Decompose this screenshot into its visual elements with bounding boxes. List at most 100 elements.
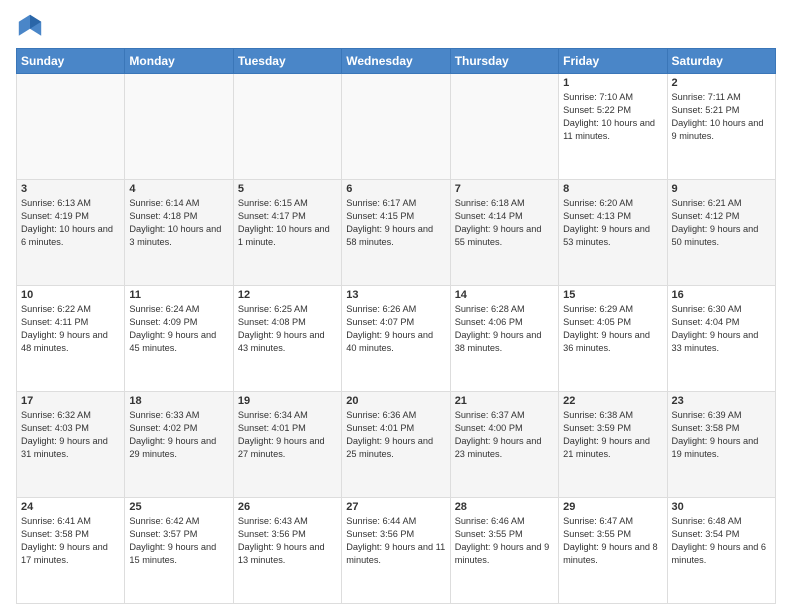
calendar-week-4: 17 Sunrise: 6:32 AM Sunset: 4:03 PM Dayli… xyxy=(17,392,776,498)
calendar-cell xyxy=(17,74,125,180)
calendar-cell: 11 Sunrise: 6:24 AM Sunset: 4:09 PM Dayli… xyxy=(125,286,233,392)
day-info: Sunrise: 6:26 AM Sunset: 4:07 PM Dayligh… xyxy=(346,303,445,355)
calendar-cell: 20 Sunrise: 6:36 AM Sunset: 4:01 PM Dayli… xyxy=(342,392,450,498)
calendar-cell: 8Sunrise: 6:20 AM Sunset: 4:13 PM Daylig… xyxy=(559,180,667,286)
calendar-cell xyxy=(342,74,450,180)
calendar-cell: 25 Sunrise: 6:42 AM Sunset: 3:57 PM Dayli… xyxy=(125,498,233,604)
day-info: Sunrise: 6:13 AM Sunset: 4:19 PM Dayligh… xyxy=(21,197,120,249)
day-number: 29 xyxy=(563,501,662,513)
day-info: Sunrise: 6:37 AM Sunset: 4:00 PM Dayligh… xyxy=(455,409,554,461)
day-info: Sunrise: 6:33 AM Sunset: 4:02 PM Dayligh… xyxy=(129,409,228,461)
calendar-cell: 14 Sunrise: 6:28 AM Sunset: 4:06 PM Dayli… xyxy=(450,286,558,392)
day-header-friday: Friday xyxy=(559,49,667,74)
calendar-cell: 15 Sunrise: 6:29 AM Sunset: 4:05 PM Dayli… xyxy=(559,286,667,392)
day-info: Sunrise: 6:39 AM Sunset: 3:58 PM Dayligh… xyxy=(672,409,771,461)
day-header-wednesday: Wednesday xyxy=(342,49,450,74)
calendar-cell xyxy=(233,74,341,180)
day-number: 18 xyxy=(129,395,228,407)
day-number: 24 xyxy=(21,501,120,513)
calendar-cell: 4Sunrise: 6:14 AM Sunset: 4:18 PM Daylig… xyxy=(125,180,233,286)
day-info: Sunrise: 6:36 AM Sunset: 4:01 PM Dayligh… xyxy=(346,409,445,461)
day-info: Sunrise: 6:25 AM Sunset: 4:08 PM Dayligh… xyxy=(238,303,337,355)
calendar-week-3: 10Sunrise: 6:22 AM Sunset: 4:11 PM Dayli… xyxy=(17,286,776,392)
day-number: 5 xyxy=(238,183,337,195)
day-info: Sunrise: 6:34 AM Sunset: 4:01 PM Dayligh… xyxy=(238,409,337,461)
day-info: Sunrise: 6:41 AM Sunset: 3:58 PM Dayligh… xyxy=(21,515,120,567)
calendar-cell: 13 Sunrise: 6:26 AM Sunset: 4:07 PM Dayli… xyxy=(342,286,450,392)
day-number: 3 xyxy=(21,183,120,195)
day-info: Sunrise: 6:32 AM Sunset: 4:03 PM Dayligh… xyxy=(21,409,120,461)
day-header-tuesday: Tuesday xyxy=(233,49,341,74)
logo xyxy=(16,12,48,40)
day-number: 11 xyxy=(129,289,228,301)
day-info: Sunrise: 6:43 AM Sunset: 3:56 PM Dayligh… xyxy=(238,515,337,567)
calendar-cell: 12 Sunrise: 6:25 AM Sunset: 4:08 PM Dayli… xyxy=(233,286,341,392)
day-number: 23 xyxy=(672,395,771,407)
calendar-cell: 21 Sunrise: 6:37 AM Sunset: 4:00 PM Dayli… xyxy=(450,392,558,498)
header xyxy=(16,12,776,40)
calendar-cell: 22Sunrise: 6:38 AM Sunset: 3:59 PM Dayli… xyxy=(559,392,667,498)
day-number: 21 xyxy=(455,395,554,407)
day-header-saturday: Saturday xyxy=(667,49,775,74)
day-number: 12 xyxy=(238,289,337,301)
calendar-cell: 16 Sunrise: 6:30 AM Sunset: 4:04 PM Dayli… xyxy=(667,286,775,392)
day-info: Sunrise: 7:10 AM Sunset: 5:22 PM Dayligh… xyxy=(563,91,662,143)
day-number: 25 xyxy=(129,501,228,513)
day-info: Sunrise: 6:24 AM Sunset: 4:09 PM Dayligh… xyxy=(129,303,228,355)
calendar-cell: 9 Sunrise: 6:21 AM Sunset: 4:12 PM Daylig… xyxy=(667,180,775,286)
day-number: 17 xyxy=(21,395,120,407)
calendar-table: SundayMondayTuesdayWednesdayThursdayFrid… xyxy=(16,48,776,604)
day-info: Sunrise: 6:42 AM Sunset: 3:57 PM Dayligh… xyxy=(129,515,228,567)
calendar-cell: 27Sunrise: 6:44 AM Sunset: 3:56 PM Dayli… xyxy=(342,498,450,604)
day-info: Sunrise: 6:15 AM Sunset: 4:17 PM Dayligh… xyxy=(238,197,337,249)
calendar-cell: 1Sunrise: 7:10 AM Sunset: 5:22 PM Daylig… xyxy=(559,74,667,180)
day-info: Sunrise: 6:21 AM Sunset: 4:12 PM Dayligh… xyxy=(672,197,771,249)
calendar-cell: 7 Sunrise: 6:18 AM Sunset: 4:14 PM Daylig… xyxy=(450,180,558,286)
logo-icon xyxy=(16,12,44,40)
calendar-cell: 6 Sunrise: 6:17 AM Sunset: 4:15 PM Daylig… xyxy=(342,180,450,286)
day-number: 6 xyxy=(346,183,445,195)
day-info: Sunrise: 6:22 AM Sunset: 4:11 PM Dayligh… xyxy=(21,303,120,355)
day-number: 9 xyxy=(672,183,771,195)
day-number: 28 xyxy=(455,501,554,513)
calendar-cell xyxy=(125,74,233,180)
calendar-week-1: 1Sunrise: 7:10 AM Sunset: 5:22 PM Daylig… xyxy=(17,74,776,180)
day-number: 22 xyxy=(563,395,662,407)
day-info: Sunrise: 6:29 AM Sunset: 4:05 PM Dayligh… xyxy=(563,303,662,355)
day-number: 14 xyxy=(455,289,554,301)
day-info: Sunrise: 6:48 AM Sunset: 3:54 PM Dayligh… xyxy=(672,515,771,567)
day-info: Sunrise: 6:30 AM Sunset: 4:04 PM Dayligh… xyxy=(672,303,771,355)
day-number: 15 xyxy=(563,289,662,301)
day-info: Sunrise: 6:44 AM Sunset: 3:56 PM Dayligh… xyxy=(346,515,445,567)
day-info: Sunrise: 6:46 AM Sunset: 3:55 PM Dayligh… xyxy=(455,515,554,567)
day-number: 8 xyxy=(563,183,662,195)
page: SundayMondayTuesdayWednesdayThursdayFrid… xyxy=(0,0,792,612)
calendar-week-2: 3 Sunrise: 6:13 AM Sunset: 4:19 PM Daylig… xyxy=(17,180,776,286)
calendar-cell: 19 Sunrise: 6:34 AM Sunset: 4:01 PM Dayli… xyxy=(233,392,341,498)
day-info: Sunrise: 6:17 AM Sunset: 4:15 PM Dayligh… xyxy=(346,197,445,249)
day-header-monday: Monday xyxy=(125,49,233,74)
calendar-cell: 2Sunrise: 7:11 AM Sunset: 5:21 PM Daylig… xyxy=(667,74,775,180)
day-number: 30 xyxy=(672,501,771,513)
calendar-cell: 5 Sunrise: 6:15 AM Sunset: 4:17 PM Daylig… xyxy=(233,180,341,286)
calendar-cell: 3 Sunrise: 6:13 AM Sunset: 4:19 PM Daylig… xyxy=(17,180,125,286)
day-info: Sunrise: 7:11 AM Sunset: 5:21 PM Dayligh… xyxy=(672,91,771,143)
calendar-cell: 24 Sunrise: 6:41 AM Sunset: 3:58 PM Dayli… xyxy=(17,498,125,604)
calendar-cell: 18 Sunrise: 6:33 AM Sunset: 4:02 PM Dayli… xyxy=(125,392,233,498)
day-number: 26 xyxy=(238,501,337,513)
day-number: 19 xyxy=(238,395,337,407)
day-info: Sunrise: 6:47 AM Sunset: 3:55 PM Dayligh… xyxy=(563,515,662,567)
calendar-header-row: SundayMondayTuesdayWednesdayThursdayFrid… xyxy=(17,49,776,74)
calendar-cell xyxy=(450,74,558,180)
day-number: 16 xyxy=(672,289,771,301)
calendar-cell: 29 Sunrise: 6:47 AM Sunset: 3:55 PM Dayli… xyxy=(559,498,667,604)
day-info: Sunrise: 6:18 AM Sunset: 4:14 PM Dayligh… xyxy=(455,197,554,249)
day-info: Sunrise: 6:28 AM Sunset: 4:06 PM Dayligh… xyxy=(455,303,554,355)
day-number: 13 xyxy=(346,289,445,301)
calendar-cell: 17 Sunrise: 6:32 AM Sunset: 4:03 PM Dayli… xyxy=(17,392,125,498)
calendar-cell: 10Sunrise: 6:22 AM Sunset: 4:11 PM Dayli… xyxy=(17,286,125,392)
calendar-cell: 26 Sunrise: 6:43 AM Sunset: 3:56 PM Dayli… xyxy=(233,498,341,604)
day-number: 7 xyxy=(455,183,554,195)
calendar-week-5: 24 Sunrise: 6:41 AM Sunset: 3:58 PM Dayli… xyxy=(17,498,776,604)
day-number: 20 xyxy=(346,395,445,407)
